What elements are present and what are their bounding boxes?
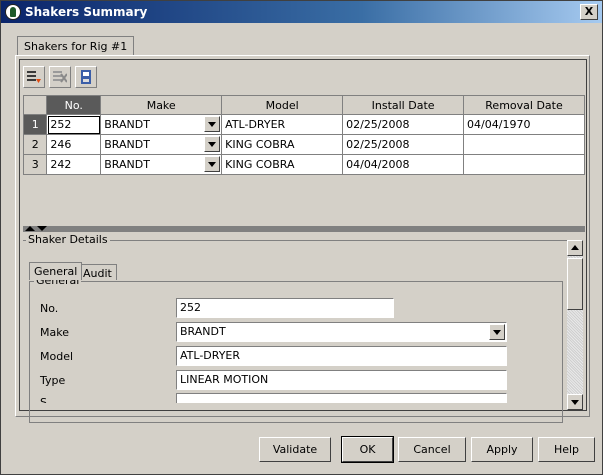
field-label-partial: S... (40, 396, 58, 403)
column-header-model[interactable]: Model (221, 95, 344, 115)
table-row[interactable]: 3 242 BRANDT KING COBRA 04/04/2008 (22, 154, 585, 175)
cell-model[interactable]: KING COBRA (221, 134, 344, 155)
no-field[interactable]: 252 (176, 298, 394, 318)
general-group: General No. 252 Make BRANDT Model ATL-DR… (29, 274, 563, 423)
chevron-down-icon[interactable] (489, 324, 505, 340)
shakers-table: No. Make Model Install Date Removal Date… (22, 95, 585, 175)
cell-install-date[interactable]: 02/25/2008 (342, 134, 465, 155)
cell-make-value: BRANDT (104, 138, 150, 151)
close-icon[interactable]: X (580, 4, 598, 20)
row-header-corner (22, 95, 48, 115)
cell-install-date[interactable]: 04/04/2008 (342, 154, 465, 175)
cell-removal-date[interactable] (463, 134, 585, 155)
row-number[interactable]: 1 (22, 114, 48, 135)
cell-make-value: BRANDT (104, 158, 150, 171)
tab-audit[interactable]: Audit (78, 264, 117, 280)
shakers-frame: No. Make Model Install Date Removal Date… (19, 59, 587, 423)
shaker-details-group: Shaker Details General Audit General No.… (23, 233, 567, 423)
window-title: Shakers Summary (25, 5, 148, 19)
save-button[interactable] (75, 66, 97, 88)
field-label-no: No. (40, 302, 59, 315)
cell-no[interactable]: 242 (46, 154, 102, 175)
cell-removal-date[interactable]: 04/04/1970 (463, 114, 585, 135)
collapse-up-icon[interactable] (25, 226, 35, 231)
tab-general[interactable]: General (29, 262, 83, 280)
delete-row-button[interactable] (49, 66, 71, 88)
chevron-down-icon[interactable] (204, 116, 221, 132)
type-field[interactable]: LINEAR MOTION (176, 370, 507, 390)
row-number[interactable]: 3 (22, 154, 48, 175)
cell-removal-date[interactable] (463, 154, 585, 175)
help-button[interactable]: Help (538, 437, 595, 462)
cell-make-value: BRANDT (104, 118, 150, 131)
scroll-down-icon[interactable] (567, 394, 583, 410)
scroll-thumb[interactable] (567, 258, 583, 310)
chevron-down-icon[interactable] (204, 136, 221, 152)
table-row[interactable]: 1 252 BRANDT ATL-DRYER 02/25/2008 04/04/… (22, 114, 585, 135)
app-icon (5, 4, 21, 20)
add-row-button[interactable] (23, 66, 45, 88)
field-label-make: Make (40, 326, 69, 339)
cell-make[interactable]: BRANDT (100, 114, 223, 135)
row-number[interactable]: 2 (22, 134, 48, 155)
column-header-install-date[interactable]: Install Date (342, 95, 465, 115)
chevron-down-icon[interactable] (204, 156, 221, 172)
shakers-summary-window: Shakers Summary X Shakers for Rig #1 No.… (0, 0, 603, 475)
column-header-make[interactable]: Make (100, 95, 223, 115)
make-select[interactable]: BRANDT (176, 322, 507, 342)
title-bar: Shakers Summary X (1, 1, 602, 23)
cell-model[interactable]: ATL-DRYER (221, 114, 344, 135)
save-icon (81, 70, 91, 84)
cell-install-date[interactable]: 02/25/2008 (342, 114, 465, 135)
cell-make[interactable]: BRANDT (100, 154, 223, 175)
model-field[interactable]: ATL-DRYER (176, 346, 507, 366)
column-header-no[interactable]: No. (46, 95, 102, 115)
cell-make[interactable]: BRANDT (100, 134, 223, 155)
ok-button[interactable]: OK (341, 436, 394, 463)
cancel-button[interactable]: Cancel (398, 437, 466, 462)
make-select-value: BRANDT (180, 325, 226, 338)
splitter-bar[interactable] (23, 226, 585, 232)
field-label-model: Model (40, 350, 74, 363)
cell-no[interactable]: 252 (46, 114, 102, 135)
table-row[interactable]: 2 246 BRANDT KING COBRA 02/25/2008 (22, 134, 585, 155)
add-row-icon (27, 71, 41, 83)
delete-row-icon (53, 71, 67, 83)
details-scrollbar[interactable] (567, 240, 583, 410)
field-label-type: Type (40, 374, 66, 387)
cell-no[interactable]: 246 (46, 134, 102, 155)
tab-shakers-for-rig[interactable]: Shakers for Rig #1 (17, 36, 135, 56)
validate-button[interactable]: Validate (259, 437, 331, 462)
column-header-removal-date[interactable]: Removal Date (463, 95, 585, 115)
shaker-details-legend: Shaker Details (26, 233, 110, 246)
expand-down-icon[interactable] (37, 226, 47, 231)
main-panel: No. Make Model Install Date Removal Date… (15, 55, 590, 423)
table-header-row: No. Make Model Install Date Removal Date (22, 95, 585, 115)
partial-field[interactable] (176, 393, 507, 403)
cell-model[interactable]: KING COBRA (221, 154, 344, 175)
apply-button[interactable]: Apply (471, 437, 533, 462)
scroll-up-icon[interactable] (567, 240, 583, 256)
